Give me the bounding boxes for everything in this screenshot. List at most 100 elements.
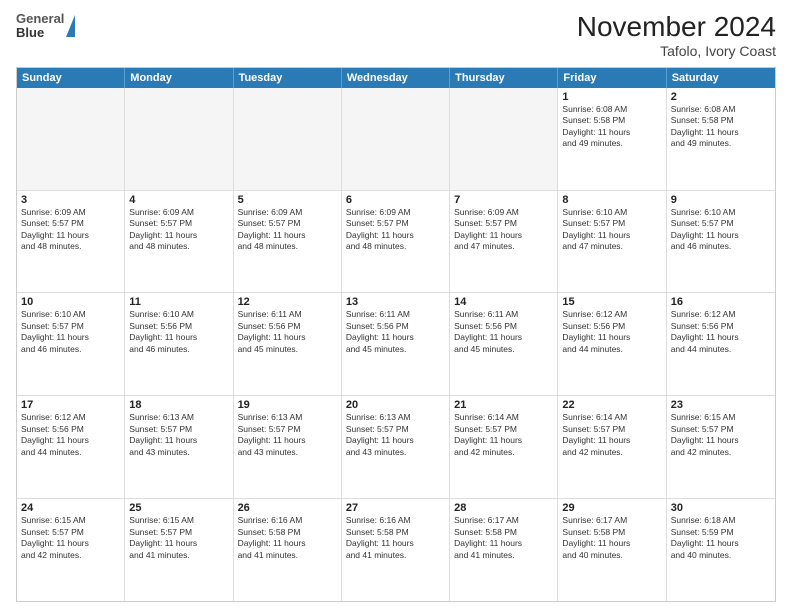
logo-triangle-icon bbox=[66, 15, 75, 37]
day-info: Sunrise: 6:12 AM Sunset: 5:56 PM Dayligh… bbox=[21, 412, 120, 458]
day-number: 21 bbox=[454, 399, 553, 411]
calendar-header-cell: Sunday bbox=[17, 68, 125, 88]
calendar-cell: 20Sunrise: 6:13 AM Sunset: 5:57 PM Dayli… bbox=[342, 396, 450, 498]
calendar-cell: 22Sunrise: 6:14 AM Sunset: 5:57 PM Dayli… bbox=[558, 396, 666, 498]
day-number: 14 bbox=[454, 296, 553, 308]
day-info: Sunrise: 6:08 AM Sunset: 5:58 PM Dayligh… bbox=[562, 104, 661, 150]
calendar-row: 1Sunrise: 6:08 AM Sunset: 5:58 PM Daylig… bbox=[17, 88, 775, 190]
day-info: Sunrise: 6:09 AM Sunset: 5:57 PM Dayligh… bbox=[21, 207, 120, 253]
calendar-cell: 15Sunrise: 6:12 AM Sunset: 5:56 PM Dayli… bbox=[558, 293, 666, 395]
day-number: 11 bbox=[129, 296, 228, 308]
calendar-cell: 3Sunrise: 6:09 AM Sunset: 5:57 PM Daylig… bbox=[17, 191, 125, 293]
day-info: Sunrise: 6:16 AM Sunset: 5:58 PM Dayligh… bbox=[346, 515, 445, 561]
day-info: Sunrise: 6:10 AM Sunset: 5:57 PM Dayligh… bbox=[671, 207, 771, 253]
day-number: 16 bbox=[671, 296, 771, 308]
calendar-cell: 27Sunrise: 6:16 AM Sunset: 5:58 PM Dayli… bbox=[342, 499, 450, 601]
calendar-cell: 25Sunrise: 6:15 AM Sunset: 5:57 PM Dayli… bbox=[125, 499, 233, 601]
title-block: November 2024 Tafolo, Ivory Coast bbox=[577, 12, 776, 59]
day-number: 7 bbox=[454, 194, 553, 206]
calendar-cell: 11Sunrise: 6:10 AM Sunset: 5:56 PM Dayli… bbox=[125, 293, 233, 395]
header: General Blue November 2024 Tafolo, Ivory… bbox=[16, 12, 776, 59]
day-info: Sunrise: 6:10 AM Sunset: 5:56 PM Dayligh… bbox=[129, 309, 228, 355]
logo-line1: General bbox=[16, 12, 64, 26]
day-number: 22 bbox=[562, 399, 661, 411]
calendar-cell-empty bbox=[342, 88, 450, 190]
calendar-cell: 23Sunrise: 6:15 AM Sunset: 5:57 PM Dayli… bbox=[667, 396, 775, 498]
calendar-cell: 12Sunrise: 6:11 AM Sunset: 5:56 PM Dayli… bbox=[234, 293, 342, 395]
calendar-row: 10Sunrise: 6:10 AM Sunset: 5:57 PM Dayli… bbox=[17, 292, 775, 395]
calendar-cell: 8Sunrise: 6:10 AM Sunset: 5:57 PM Daylig… bbox=[558, 191, 666, 293]
day-number: 4 bbox=[129, 194, 228, 206]
day-info: Sunrise: 6:13 AM Sunset: 5:57 PM Dayligh… bbox=[346, 412, 445, 458]
day-number: 8 bbox=[562, 194, 661, 206]
page-subtitle: Tafolo, Ivory Coast bbox=[577, 43, 776, 59]
calendar-cell: 5Sunrise: 6:09 AM Sunset: 5:57 PM Daylig… bbox=[234, 191, 342, 293]
calendar: SundayMondayTuesdayWednesdayThursdayFrid… bbox=[16, 67, 776, 602]
logo-text: General Blue bbox=[16, 12, 64, 41]
day-number: 2 bbox=[671, 91, 771, 103]
day-number: 19 bbox=[238, 399, 337, 411]
page-title: November 2024 bbox=[577, 12, 776, 43]
day-number: 25 bbox=[129, 502, 228, 514]
calendar-cell: 24Sunrise: 6:15 AM Sunset: 5:57 PM Dayli… bbox=[17, 499, 125, 601]
calendar-header-cell: Wednesday bbox=[342, 68, 450, 88]
day-info: Sunrise: 6:11 AM Sunset: 5:56 PM Dayligh… bbox=[346, 309, 445, 355]
day-number: 20 bbox=[346, 399, 445, 411]
day-number: 23 bbox=[671, 399, 771, 411]
calendar-cell: 19Sunrise: 6:13 AM Sunset: 5:57 PM Dayli… bbox=[234, 396, 342, 498]
day-info: Sunrise: 6:09 AM Sunset: 5:57 PM Dayligh… bbox=[129, 207, 228, 253]
calendar-cell: 16Sunrise: 6:12 AM Sunset: 5:56 PM Dayli… bbox=[667, 293, 775, 395]
day-info: Sunrise: 6:09 AM Sunset: 5:57 PM Dayligh… bbox=[454, 207, 553, 253]
page: General Blue November 2024 Tafolo, Ivory… bbox=[0, 0, 792, 612]
day-number: 18 bbox=[129, 399, 228, 411]
day-info: Sunrise: 6:14 AM Sunset: 5:57 PM Dayligh… bbox=[562, 412, 661, 458]
day-info: Sunrise: 6:15 AM Sunset: 5:57 PM Dayligh… bbox=[129, 515, 228, 561]
day-info: Sunrise: 6:16 AM Sunset: 5:58 PM Dayligh… bbox=[238, 515, 337, 561]
day-info: Sunrise: 6:09 AM Sunset: 5:57 PM Dayligh… bbox=[238, 207, 337, 253]
day-info: Sunrise: 6:17 AM Sunset: 5:58 PM Dayligh… bbox=[562, 515, 661, 561]
calendar-header-cell: Tuesday bbox=[234, 68, 342, 88]
day-info: Sunrise: 6:18 AM Sunset: 5:59 PM Dayligh… bbox=[671, 515, 771, 561]
day-info: Sunrise: 6:08 AM Sunset: 5:58 PM Dayligh… bbox=[671, 104, 771, 150]
day-info: Sunrise: 6:14 AM Sunset: 5:57 PM Dayligh… bbox=[454, 412, 553, 458]
calendar-cell: 18Sunrise: 6:13 AM Sunset: 5:57 PM Dayli… bbox=[125, 396, 233, 498]
calendar-cell-empty bbox=[17, 88, 125, 190]
calendar-body: 1Sunrise: 6:08 AM Sunset: 5:58 PM Daylig… bbox=[17, 88, 775, 601]
calendar-cell-empty bbox=[125, 88, 233, 190]
day-number: 9 bbox=[671, 194, 771, 206]
calendar-cell: 14Sunrise: 6:11 AM Sunset: 5:56 PM Dayli… bbox=[450, 293, 558, 395]
calendar-cell: 4Sunrise: 6:09 AM Sunset: 5:57 PM Daylig… bbox=[125, 191, 233, 293]
day-info: Sunrise: 6:13 AM Sunset: 5:57 PM Dayligh… bbox=[238, 412, 337, 458]
calendar-cell: 10Sunrise: 6:10 AM Sunset: 5:57 PM Dayli… bbox=[17, 293, 125, 395]
calendar-row: 24Sunrise: 6:15 AM Sunset: 5:57 PM Dayli… bbox=[17, 498, 775, 601]
day-info: Sunrise: 6:10 AM Sunset: 5:57 PM Dayligh… bbox=[562, 207, 661, 253]
calendar-cell: 2Sunrise: 6:08 AM Sunset: 5:58 PM Daylig… bbox=[667, 88, 775, 190]
day-info: Sunrise: 6:15 AM Sunset: 5:57 PM Dayligh… bbox=[671, 412, 771, 458]
logo: General Blue bbox=[16, 12, 75, 41]
calendar-cell: 7Sunrise: 6:09 AM Sunset: 5:57 PM Daylig… bbox=[450, 191, 558, 293]
day-number: 24 bbox=[21, 502, 120, 514]
calendar-cell: 1Sunrise: 6:08 AM Sunset: 5:58 PM Daylig… bbox=[558, 88, 666, 190]
day-number: 26 bbox=[238, 502, 337, 514]
calendar-cell: 9Sunrise: 6:10 AM Sunset: 5:57 PM Daylig… bbox=[667, 191, 775, 293]
calendar-row: 3Sunrise: 6:09 AM Sunset: 5:57 PM Daylig… bbox=[17, 190, 775, 293]
calendar-header-cell: Saturday bbox=[667, 68, 775, 88]
day-number: 6 bbox=[346, 194, 445, 206]
day-info: Sunrise: 6:17 AM Sunset: 5:58 PM Dayligh… bbox=[454, 515, 553, 561]
calendar-cell: 30Sunrise: 6:18 AM Sunset: 5:59 PM Dayli… bbox=[667, 499, 775, 601]
day-number: 29 bbox=[562, 502, 661, 514]
day-info: Sunrise: 6:10 AM Sunset: 5:57 PM Dayligh… bbox=[21, 309, 120, 355]
day-number: 15 bbox=[562, 296, 661, 308]
day-number: 13 bbox=[346, 296, 445, 308]
calendar-cell: 26Sunrise: 6:16 AM Sunset: 5:58 PM Dayli… bbox=[234, 499, 342, 601]
calendar-cell: 29Sunrise: 6:17 AM Sunset: 5:58 PM Dayli… bbox=[558, 499, 666, 601]
calendar-cell: 17Sunrise: 6:12 AM Sunset: 5:56 PM Dayli… bbox=[17, 396, 125, 498]
day-info: Sunrise: 6:13 AM Sunset: 5:57 PM Dayligh… bbox=[129, 412, 228, 458]
day-info: Sunrise: 6:12 AM Sunset: 5:56 PM Dayligh… bbox=[562, 309, 661, 355]
logo-line2: Blue bbox=[16, 26, 64, 40]
day-number: 1 bbox=[562, 91, 661, 103]
day-number: 28 bbox=[454, 502, 553, 514]
day-number: 5 bbox=[238, 194, 337, 206]
day-info: Sunrise: 6:15 AM Sunset: 5:57 PM Dayligh… bbox=[21, 515, 120, 561]
day-info: Sunrise: 6:09 AM Sunset: 5:57 PM Dayligh… bbox=[346, 207, 445, 253]
